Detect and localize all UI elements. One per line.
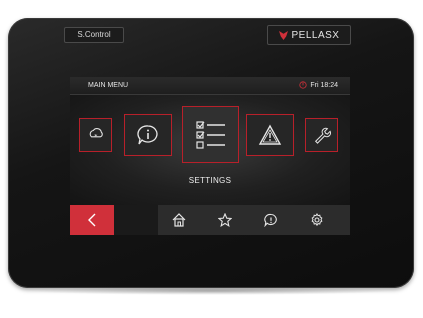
selected-menu-caption: SETTINGS xyxy=(188,176,232,185)
message-icon xyxy=(264,213,277,227)
weather-icon: * xyxy=(89,128,103,141)
brand-label: PELLASX xyxy=(291,29,340,41)
menu-carousel: * SETTINGS xyxy=(70,95,350,205)
wrench-icon xyxy=(314,127,331,144)
settings-list-icon xyxy=(195,120,225,149)
alarms-button[interactable] xyxy=(246,114,294,156)
settings-nav-button[interactable] xyxy=(294,205,340,235)
messages-button[interactable] xyxy=(248,205,294,235)
power-icon xyxy=(299,81,307,89)
touch-screen: MAIN MENU Fri 18:24 * SETTINGS xyxy=(70,77,350,235)
clock-text: Fri 18:24 xyxy=(310,81,338,89)
back-button[interactable] xyxy=(70,205,114,235)
model-label: S.Control xyxy=(64,27,124,43)
gear-icon xyxy=(311,213,323,227)
settings-button[interactable] xyxy=(182,106,239,163)
warning-icon xyxy=(258,124,282,145)
info-button[interactable] xyxy=(124,114,172,156)
brand-fox-icon xyxy=(278,30,288,40)
bottom-nav-bar xyxy=(70,205,350,235)
star-icon xyxy=(218,213,232,227)
weather-button[interactable]: * xyxy=(79,118,112,152)
info-icon xyxy=(137,125,158,145)
status-bar: MAIN MENU Fri 18:24 xyxy=(70,77,350,95)
brand-logo: PELLASX xyxy=(267,25,351,45)
svg-text:*: * xyxy=(94,134,97,141)
service-button[interactable] xyxy=(305,118,338,152)
home-button[interactable] xyxy=(156,205,202,235)
clock: Fri 18:24 xyxy=(299,81,338,89)
screen-title: MAIN MENU xyxy=(88,82,129,89)
chevron-left-icon xyxy=(88,213,96,227)
nav-spacer xyxy=(114,205,158,235)
favorites-button[interactable] xyxy=(202,205,248,235)
home-icon xyxy=(172,213,186,227)
